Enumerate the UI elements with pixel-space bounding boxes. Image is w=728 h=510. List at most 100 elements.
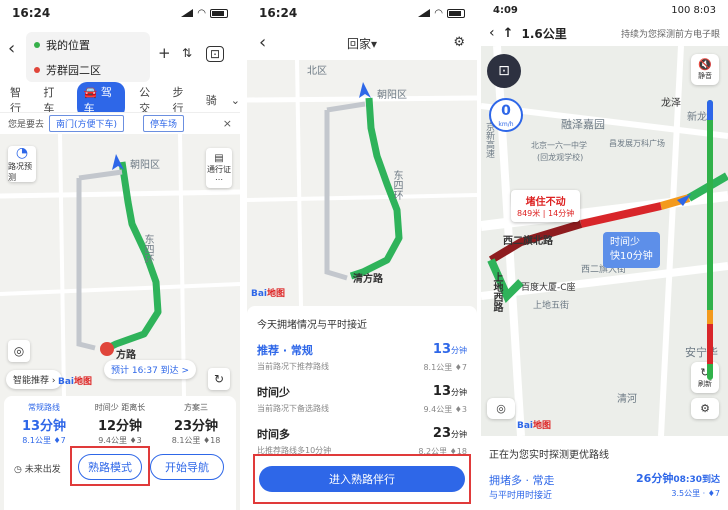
refresh-button[interactable]: ↻ 刷新 [691,362,719,393]
chip-south-gate[interactable]: 南门(方便下车) [49,115,125,132]
mute-icon: 🔇 [698,58,712,71]
gauge-icon: ◔ [15,145,29,161]
origin-field[interactable]: 我的位置 [26,32,150,57]
route-input-header: ‹ 我的位置 芳群园二区 + ⇅ ⊡ [0,26,240,88]
mute-button[interactable]: 🔇 静音 [691,54,719,85]
destination-field[interactable]: 芳群园二区 [26,57,150,82]
back-arrow-icon[interactable]: ‹ [259,32,266,53]
refresh-icon: ↻ [213,372,225,386]
status-icons: ◠ [181,8,228,19]
wifi-icon: ◠ [197,7,206,19]
close-icon[interactable]: × [223,117,232,130]
traffic-forecast-button[interactable]: ◔ 路况预测 [8,145,36,182]
route-map[interactable]: 朝阳区 东四环 方路 预计 16:37 到达 > ◔ 路况预测 ▤ 通行证 ⋯ … [0,134,240,396]
car-settings-icon[interactable]: ⊡ [206,46,225,62]
sheet-title: 今天拥堵情况与平时接近 [257,320,367,331]
nav-bottom-card: 正在为您实时探测更优路线 拥堵多 · 常走 与平时用时接近 26分钟08:30到… [481,436,728,510]
baidu-logo: Bai地图 [58,377,93,387]
baidu-logo: Bai地图 [517,421,552,431]
battery-icon [210,8,228,18]
permit-button[interactable]: ▤ 通行证 ⋯ [206,148,232,188]
map-label: 上地西路 [491,272,502,312]
route-option-2[interactable]: 时间少 距离长 12分钟 9.4公里 ♦3 [84,402,156,446]
destination-suggestion-bar: 您是要去 南门(方便下车) 停车场 × [0,112,240,134]
map-label: 昌发展万科广场 [609,139,665,148]
future-departure-button[interactable]: ◷ 未来出发 [14,462,61,475]
route-name[interactable]: 拥堵多 · 常走 [489,472,555,488]
settings-button[interactable]: ⚙ [691,398,719,419]
navigation-panel: 4:09 100 8:03 ‹ ↑ 1.6公里 持续为您探测前方电子眼 融泽嘉园… [481,0,728,510]
status-time: 16:24 [259,6,298,20]
refresh-icon: ↻ [700,366,710,379]
route-row-less-time[interactable]: 时间少 当前路况下备选路线 13分钟 9.4公里 ♦3 [257,384,467,422]
divider [240,0,247,510]
transport-mode-tabs: 智行 打车 🚘 驾车 公交 步行 骑 ⌄ [0,82,240,118]
destination-dot-icon [34,66,40,73]
map-label: 百度大厦-C座 [521,283,576,293]
locate-button[interactable]: ◎ [487,398,515,419]
battery-icon [447,8,465,18]
detecting-text: 正在为您实时探测更优路线 [489,450,609,461]
jam-callout: 堵住不动 849米 | 14分钟 [511,190,581,222]
eta-pill[interactable]: 预计 16:37 到达 > [104,360,197,379]
less-time-callout[interactable]: 时间少 快10分钟 [603,232,660,268]
turn-arrow-icon: ↑ [502,25,514,41]
tab-bike[interactable]: 骑 [206,92,217,108]
map-label: (回龙观学校) [537,153,584,162]
route-options-card: 常规路线 13分钟 8.1公里 ♦7 时间少 距离长 12分钟 9.4公里 ♦3… [4,396,236,510]
district-label: 朝阳区 [130,160,160,171]
smart-recommend-pill[interactable]: 智能推荐 › [6,370,63,389]
destination-pin-icon [100,342,114,356]
baidu-logo: Bai地图 [251,289,286,299]
refresh-button[interactable]: ↻ [208,368,230,390]
familiar-map[interactable]: 北区 朝阳区 东四环 清方路 Bai地图 [247,60,477,306]
map-road [247,95,477,103]
back-arrow-icon[interactable]: ‹ [489,25,495,41]
route-inputs: 我的位置 芳群园二区 [26,32,150,82]
status-time: 16:24 [12,6,51,20]
permit-icon: ▤ [214,152,224,164]
district-label: 朝阳区 [377,90,407,101]
locate-button[interactable]: ◎ [8,340,30,362]
map-label: 北京一六一中学 [531,141,587,150]
signal-icon [181,9,194,17]
dest-label: 方路 [116,350,136,361]
route-row-recommended[interactable]: 推荐 · 常规 当前路况下推荐路线 13分钟 8.1公里 ♦7 [257,342,467,380]
start-navigation-button[interactable]: 开始导航 [150,454,224,480]
route-option-1[interactable]: 常规路线 13分钟 8.1公里 ♦7 [8,402,80,446]
page-title[interactable]: 回家▾ [347,35,377,52]
speed-dial: 0 km/h [489,98,523,132]
highlight-box [70,446,150,486]
chevron-down-icon[interactable]: ⌄ [231,94,240,107]
wifi-icon: ◠ [434,7,443,19]
progress-jam-segment [707,324,713,364]
locate-icon: ◎ [13,344,25,358]
map-label: 西二旗北路 [503,236,553,247]
navigation-map[interactable]: 融泽嘉园 北京一六一中学 (回龙观学校) 昌发展万科广场 西二旗北路 百度大厦-… [481,46,728,436]
settings-gear-icon[interactable]: ⚙ [453,35,465,50]
more-icon[interactable]: ⋯ [215,175,223,184]
settings-gear-icon: ⚙ [700,402,710,415]
north-area-label: 北区 [307,66,327,77]
locate-icon: ◎ [496,402,506,415]
status-icons: ◠ [418,8,465,19]
nav-header: ‹ ↑ 1.6公里 持续为您探测前方电子眼 [481,20,728,46]
highlight-box [253,454,471,504]
car-avatar-icon[interactable]: ⊡ [487,54,521,88]
status-bar: 4:09 100 8:03 [481,0,728,20]
route-time: 26分钟08:30到达 [636,472,720,485]
ring-road-label: 东四环 [391,170,402,200]
progress-slow-segment [707,310,713,324]
map-label: 清河 [617,394,637,405]
add-waypoint-icon[interactable]: + [158,44,171,62]
swap-icon[interactable]: ⇅ [182,46,192,60]
chip-parking[interactable]: 停车场 [143,115,185,132]
familiar-route-panel: 16:24 ◠ ‹ 回家▾ ⚙ 北区 朝阳区 东四环 清方路 Bai地图 今天拥… [247,0,477,510]
route-option-3[interactable]: 方案三 23分钟 8.1公里 ♦18 [160,402,232,446]
map-label: 新龙 [687,112,707,123]
map-label: 安宁华 [685,346,718,359]
ring-road-label: 东四环 [142,234,153,264]
map-label: 上地五街 [533,301,570,311]
back-arrow-icon[interactable]: ‹ [8,38,15,59]
progress-head [707,100,713,120]
